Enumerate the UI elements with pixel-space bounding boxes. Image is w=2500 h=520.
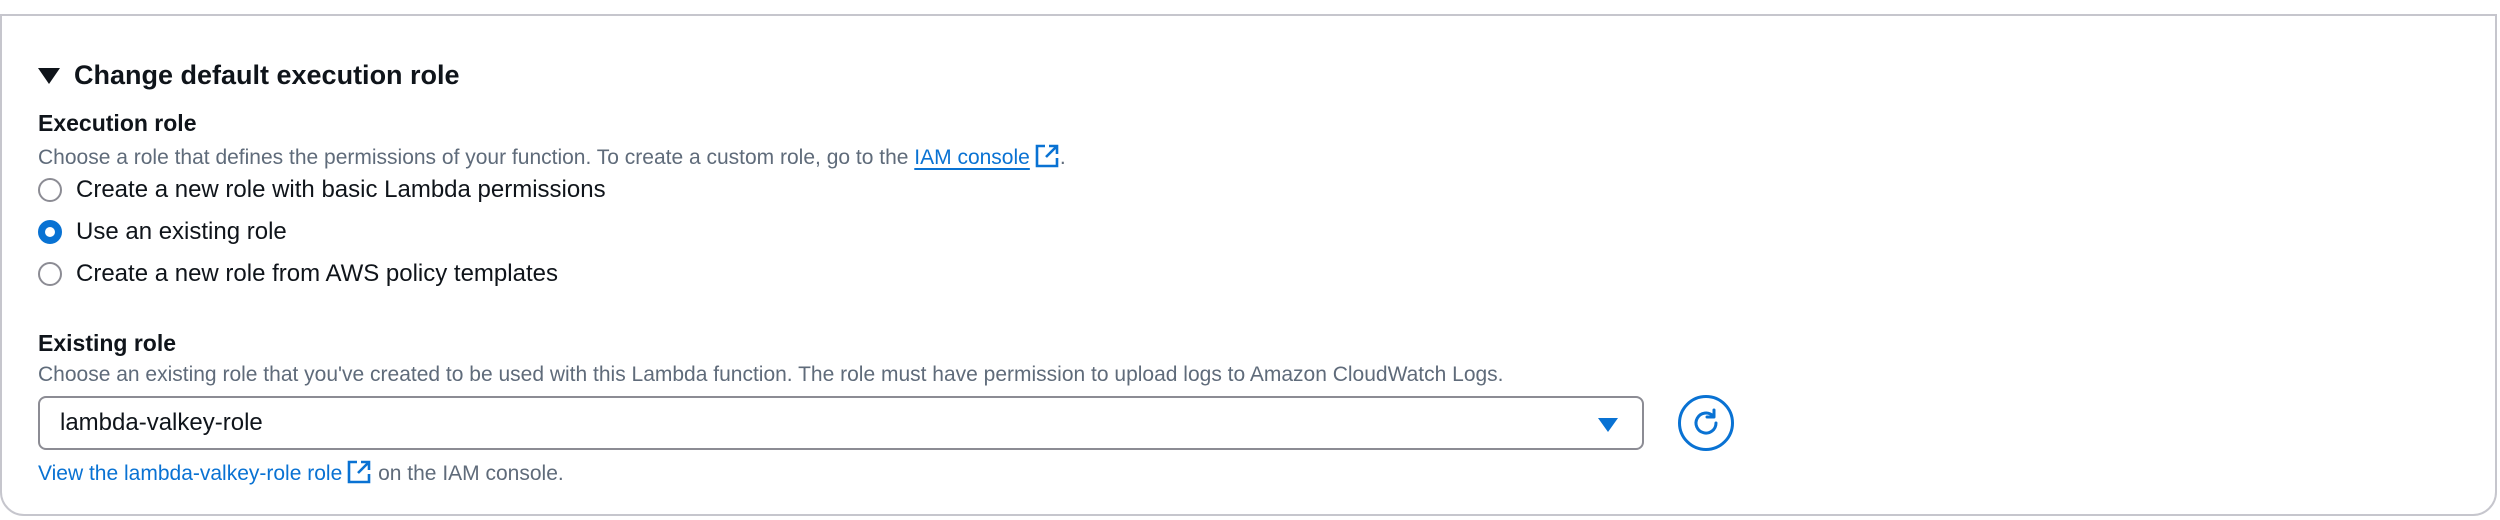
- existing-role-select-value: lambda-valkey-role: [60, 409, 263, 436]
- refresh-button[interactable]: [1678, 395, 1734, 451]
- view-role-link[interactable]: View the lambda-valkey-role role: [38, 462, 342, 485]
- radio-option-policy-templates[interactable]: Create a new role from AWS policy templa…: [38, 260, 558, 288]
- existing-role-select[interactable]: lambda-valkey-role: [38, 396, 1644, 450]
- view-role-line: View the lambda-valkey-role role on the …: [38, 459, 564, 486]
- section-toggle[interactable]: Change default execution role: [38, 60, 460, 91]
- radio-button-create-basic[interactable]: [38, 178, 62, 202]
- execution-role-panel: Change default execution role Execution …: [0, 14, 2497, 516]
- radio-button-use-existing[interactable]: [38, 220, 62, 244]
- existing-role-description: Choose an existing role that you've crea…: [38, 363, 1504, 386]
- execution-role-desc-suffix: .: [1059, 146, 1066, 169]
- radio-label-use-existing: Use an existing role: [76, 218, 287, 245]
- caret-down-filled-icon: [1598, 418, 1618, 432]
- execution-role-description: Choose a role that defines the permissio…: [38, 143, 1066, 170]
- iam-console-link[interactable]: IAM console: [914, 146, 1030, 169]
- radio-label-create-basic: Create a new role with basic Lambda perm…: [76, 176, 606, 203]
- radio-button-policy-templates[interactable]: [38, 262, 62, 286]
- view-role-suffix: on the IAM console.: [372, 462, 564, 485]
- caret-down-icon: [38, 67, 60, 84]
- execution-role-desc-text: Choose a role that defines the permissio…: [38, 146, 915, 169]
- external-link-icon[interactable]: [1034, 143, 1060, 169]
- radio-label-policy-templates: Create a new role from AWS policy templa…: [76, 260, 558, 287]
- radio-option-create-basic[interactable]: Create a new role with basic Lambda perm…: [38, 176, 606, 204]
- refresh-icon: [1694, 408, 1718, 435]
- radio-option-use-existing[interactable]: Use an existing role: [38, 218, 287, 246]
- execution-role-label: Execution role: [38, 110, 197, 136]
- section-title: Change default execution role: [74, 60, 460, 90]
- external-link-icon[interactable]: [346, 459, 372, 485]
- existing-role-label: Existing role: [38, 330, 177, 356]
